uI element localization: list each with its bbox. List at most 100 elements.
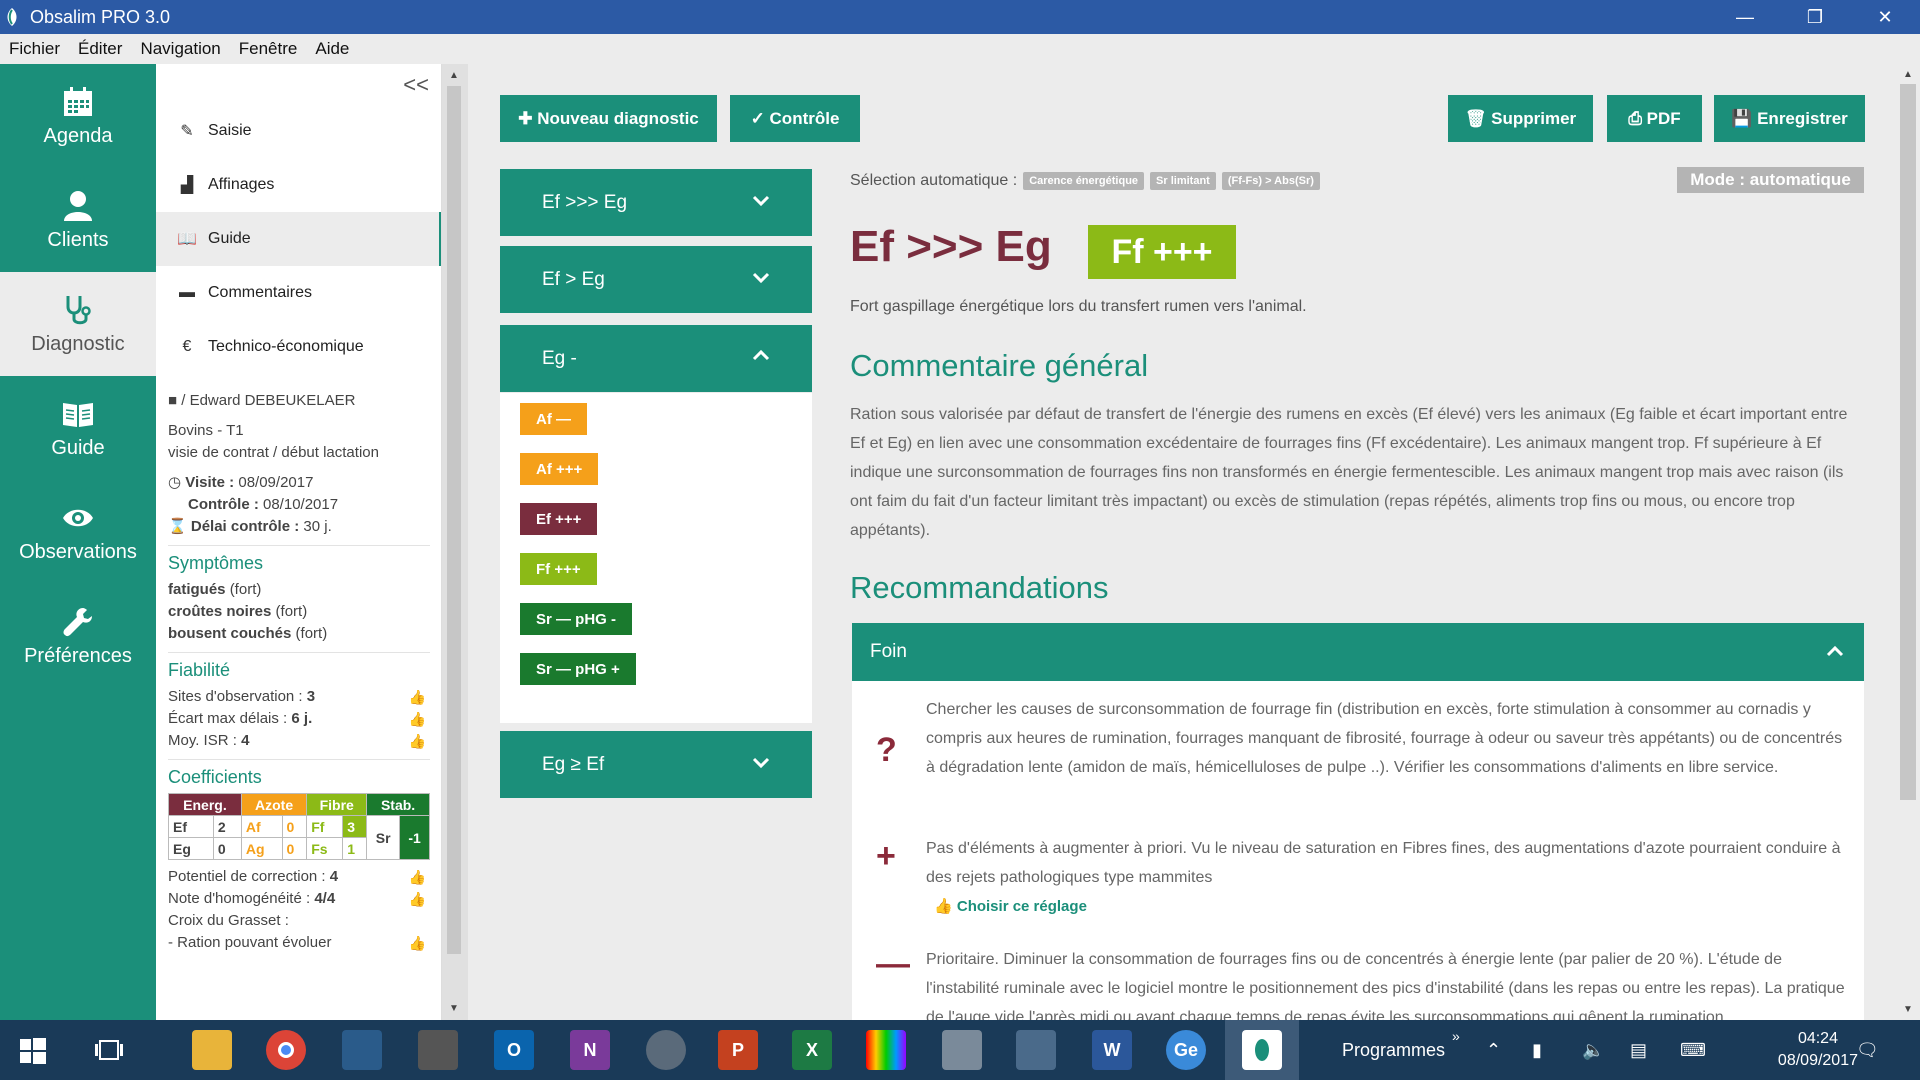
onenote-icon[interactable]: N: [570, 1030, 610, 1070]
subnav-item-saisie[interactable]: ✎ Saisie: [156, 104, 441, 158]
color-app-icon[interactable]: [866, 1030, 906, 1070]
minimize-button[interactable]: —: [1710, 0, 1780, 34]
chevron-double-icon[interactable]: »: [1452, 1006, 1460, 1066]
accordion-eg-minus[interactable]: Eg -: [500, 325, 812, 392]
outlook-icon[interactable]: O: [494, 1030, 534, 1070]
menu-aide[interactable]: Aide: [315, 39, 349, 59]
nav-diagnostic[interactable]: Diagnostic: [0, 272, 156, 376]
subnav-item-guide[interactable]: 📖 Guide: [156, 212, 441, 266]
symptom-level: (fort): [229, 581, 262, 598]
task-view-icon[interactable]: [94, 1038, 124, 1062]
tag-ef-plus[interactable]: Ef +++: [520, 503, 598, 535]
nav-observations[interactable]: Observations: [0, 480, 156, 584]
nav-preferences[interactable]: Préférences: [0, 584, 156, 688]
network-icon[interactable]: ▤: [1630, 1020, 1647, 1080]
print-icon: ⎙: [1628, 108, 1647, 128]
scroll-up-arrow-icon[interactable]: ▲: [1903, 69, 1913, 80]
restore-button[interactable]: ❐: [1780, 0, 1850, 34]
foin-label: Foin: [870, 641, 907, 662]
nav-agenda[interactable]: Agenda: [0, 64, 156, 168]
scroll-down-arrow-icon[interactable]: ▼: [1903, 1004, 1913, 1015]
pdf-button[interactable]: ⎙ PDF: [1607, 95, 1702, 142]
accordion-eg-ef[interactable]: Eg ≥ Ef: [500, 731, 812, 798]
diagnostic-badge: Ff +++: [1088, 225, 1236, 279]
word-icon[interactable]: W: [1092, 1030, 1132, 1070]
supprimer-button[interactable]: 🗑 Supprimer: [1448, 95, 1593, 142]
panel-scrollbar[interactable]: ▲ ▼: [442, 64, 468, 1020]
tag-af-plus[interactable]: Af +++: [520, 453, 599, 485]
enregistrer-button[interactable]: 💾 Enregistrer: [1714, 95, 1865, 142]
subnav-item-technico[interactable]: € Technico-économique: [156, 320, 441, 374]
menu-editer[interactable]: Éditer: [78, 39, 122, 59]
geogebra-icon[interactable]: Ge: [1166, 1030, 1206, 1070]
volume-icon[interactable]: 🔈: [1582, 1020, 1604, 1080]
scroll-down-arrow-icon[interactable]: ▼: [449, 1003, 459, 1014]
coef-header: Energ.: [168, 793, 242, 816]
file-explorer-icon[interactable]: [192, 1030, 232, 1070]
accordion-label: Ef >>> Eg: [542, 191, 628, 213]
notification-icon[interactable]: 🗨: [1856, 1020, 1879, 1080]
euro-icon: €: [182, 338, 192, 355]
mode-badge[interactable]: Mode : automatique: [1677, 167, 1864, 193]
menu-fichier[interactable]: Fichier: [9, 39, 60, 59]
secondary-panel: << ✎ Saisie ▟ Affinages 📖 Guide ▬ Commentair…: [156, 64, 442, 1020]
question-icon: ?: [876, 731, 897, 769]
accordion-label: Eg -: [542, 347, 577, 369]
symptom-level: (fort): [295, 625, 328, 642]
controle-button[interactable]: ✓ Contrôle: [730, 95, 860, 142]
tag-sr-phg-minus[interactable]: Sr — pHG -: [520, 603, 633, 635]
scroll-up-arrow-icon[interactable]: ▲: [449, 70, 459, 81]
coef-cell: Sr: [366, 815, 401, 860]
menu-bar: Fichier Éditer Navigation Fenêtre Aide: [0, 34, 1920, 64]
tag-af-minus[interactable]: Af —: [520, 403, 587, 435]
calculator-icon[interactable]: [418, 1030, 458, 1070]
controle-label: Contrôle :: [188, 496, 259, 513]
windows-start-icon[interactable]: [20, 1038, 46, 1064]
settings-app-icon[interactable]: [1016, 1030, 1056, 1070]
nav-guide[interactable]: Guide: [0, 376, 156, 480]
content-scrollbar[interactable]: ▲ ▼: [1896, 64, 1920, 1020]
monitor-app-icon[interactable]: [342, 1030, 382, 1070]
selection-pill: Carence énergétique: [1023, 172, 1145, 190]
scanner-icon[interactable]: [942, 1030, 982, 1070]
battery-icon[interactable]: ▮: [1532, 1020, 1542, 1080]
obsalim-app-icon[interactable]: [1242, 1030, 1282, 1070]
nav-clients[interactable]: Clients: [0, 168, 156, 272]
nouveau-diagnostic-button[interactable]: ✚ Nouveau diagnostic: [500, 95, 717, 142]
scrollbar-thumb[interactable]: [447, 86, 461, 954]
excel-icon[interactable]: X: [792, 1030, 832, 1070]
coef-cell: Af: [240, 815, 283, 838]
powerpoint-icon[interactable]: P: [718, 1030, 758, 1070]
chrome-icon[interactable]: [266, 1030, 306, 1070]
network-tool-icon[interactable]: [646, 1030, 686, 1070]
delai-label: Délai contrôle :: [190, 518, 300, 535]
accordion-ef-eg[interactable]: Ef > Eg: [500, 246, 812, 313]
chevron-down-icon: [752, 195, 770, 207]
subnav-item-affinages[interactable]: ▟ Affinages: [156, 158, 441, 212]
keyboard-icon[interactable]: ⌨: [1680, 1020, 1706, 1080]
coef-header: Azote: [240, 793, 308, 816]
potentiel-value: 4: [329, 868, 339, 885]
plus-icon: +: [876, 837, 896, 875]
tray-up-arrow-icon[interactable]: ⌃: [1486, 1020, 1501, 1080]
scrollbar-thumb[interactable]: [1900, 84, 1916, 800]
tag-ff-plus[interactable]: Ff +++: [520, 553, 597, 585]
accordion-ef-eg-strong[interactable]: Ef >>> Eg: [500, 169, 812, 236]
choose-label: Choisir ce réglage: [956, 898, 1087, 915]
subnav-item-label: Affinages: [208, 176, 275, 193]
thumbs-up-icon: 👍: [934, 898, 957, 915]
programmes-toolbar[interactable]: Programmes: [1342, 1020, 1445, 1080]
choisir-reglage-link[interactable]: 👍 Choisir ce réglage: [934, 897, 1087, 915]
coef-cell: Ag: [240, 837, 283, 860]
menu-navigation[interactable]: Navigation: [140, 39, 220, 59]
accordion-label: Eg ≥ Ef: [542, 753, 605, 775]
subnav-item-commentaires[interactable]: ▬ Commentaires: [156, 266, 441, 320]
collapse-panel-button[interactable]: <<: [403, 72, 429, 98]
symptom-name: fatigués: [168, 581, 226, 598]
taskbar-clock[interactable]: 04:24 08/09/2017: [1778, 1028, 1858, 1072]
close-button[interactable]: ✕: [1850, 0, 1920, 34]
tag-sr-phg-plus[interactable]: Sr — pHG +: [520, 653, 636, 685]
selection-automatique: Sélection automatique : Carence énergéti…: [850, 172, 1320, 190]
foin-section-header[interactable]: Foin: [852, 623, 1864, 681]
menu-fenetre[interactable]: Fenêtre: [239, 39, 298, 59]
